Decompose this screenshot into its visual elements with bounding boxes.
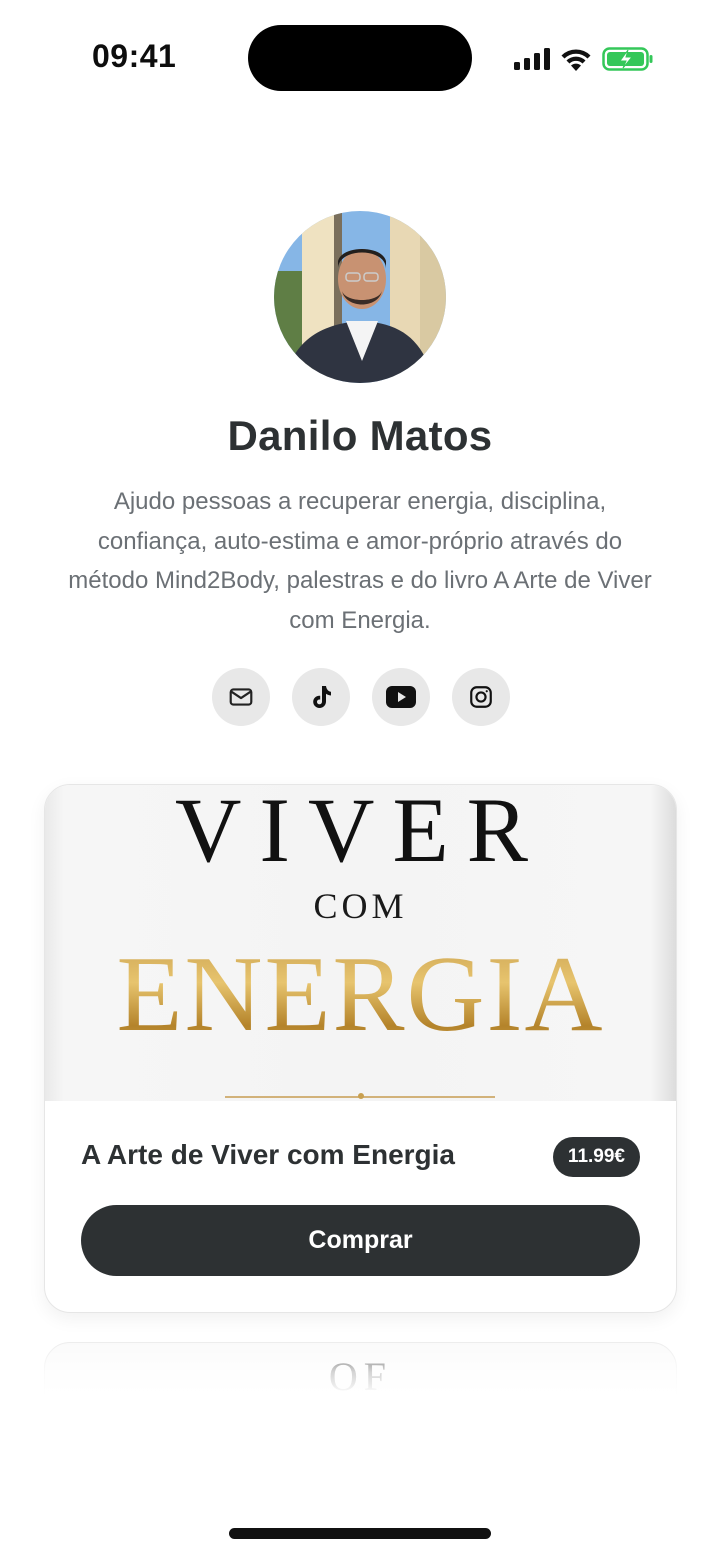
profile-name: Danilo Matos [227, 412, 493, 459]
cover-title-line3: ENERGIA [45, 933, 676, 1057]
home-indicator[interactable] [229, 1528, 491, 1539]
mail-icon [229, 688, 253, 706]
email-link-button[interactable] [212, 668, 270, 726]
youtube-icon [386, 686, 416, 708]
tiktok-icon [313, 686, 331, 708]
signal-icon [514, 48, 550, 70]
book-cover-image[interactable]: VIVER COM ENERGIA [45, 785, 676, 1101]
bottom-area [0, 1400, 720, 1566]
instagram-icon [470, 686, 492, 708]
battery-charging-icon [602, 47, 653, 71]
tiktok-link-button[interactable] [292, 668, 350, 726]
status-time: 09:41 [92, 38, 177, 74]
price-badge: 11.99€ [552, 1137, 640, 1177]
cover-title-line1: VIVER [174, 785, 547, 881]
instagram-link-button[interactable] [452, 668, 510, 726]
dynamic-island [248, 25, 472, 91]
wifi-icon [561, 49, 591, 71]
youtube-link-button[interactable] [372, 668, 430, 726]
status-bar: 09:41 [0, 0, 720, 110]
cover-title-line2: COM [313, 886, 408, 926]
social-links [212, 668, 510, 726]
product-card: VIVER COM ENERGIA A Arte de Viver com En… [44, 784, 677, 1313]
avatar [274, 211, 446, 383]
product-title: A Arte de Viver com Energia [81, 1139, 455, 1170]
profile-bio: Ajudo pessoas a recuperar energia, disci… [68, 488, 652, 634]
cover-divider-dot [358, 1093, 364, 1099]
profile-photo [274, 211, 446, 383]
buy-button[interactable]: Comprar [81, 1205, 640, 1276]
status-icons [514, 44, 654, 74]
